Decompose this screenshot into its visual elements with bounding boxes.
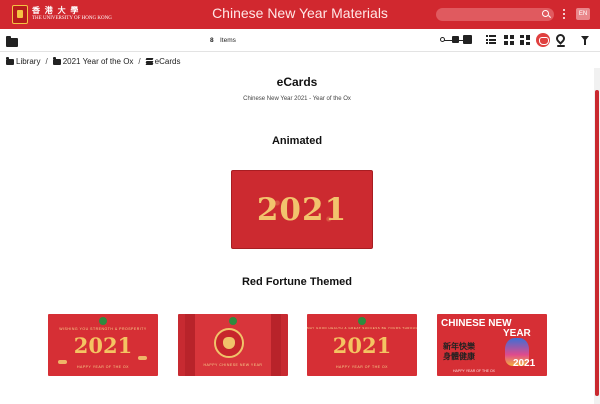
folder-icon [6,57,14,65]
card-cn-line-1: 新年快樂 [443,342,475,351]
item-count-label: Items [220,37,236,44]
hku-badge-icon [99,317,107,325]
ecard-red-fortune-3[interactable]: MAY GOOD HEALTH & GREAT SUCCESS BE YOURS… [307,314,417,376]
hku-badge-icon [229,317,237,325]
search-icon[interactable] [542,10,549,17]
item-count: 8 [210,37,214,44]
breadcrumb-label[interactable]: 2021 Year of the Ox [63,57,134,66]
app-header: 香 港 大 學 THE UNIVERSITY OF HONG KONG Chin… [0,0,600,29]
slider-handle[interactable] [452,36,459,43]
card-cn-line-2: 身體健康 [443,352,475,361]
folder-icon [52,57,61,65]
card-bottom-text: HAPPY CHINESE NEW YEAR [203,363,263,367]
breadcrumb-ecards[interactable]: eCards [145,57,181,66]
card-bottom-text: HAPPY YEAR OF THE OX [453,369,496,373]
filter-icon[interactable] [581,36,589,45]
card-year: 2021 [513,358,536,369]
card-top-text: MAY GOOD HEALTH & GREAT SUCCESS BE YOURS… [307,326,417,330]
card-heading: CHINESE NEW YEAR [441,319,545,339]
card-top-text: WISHING YOU STRENGTH & PROSPERITY [59,327,147,331]
card-year: 2021 [332,333,392,358]
card-year: 2021 [73,333,133,358]
more-menu-icon[interactable] [562,8,566,22]
ecard-animated-2021[interactable]: 2021 [231,170,373,249]
breadcrumb-separator: / [45,57,48,66]
university-name-cn: 香 港 大 學 [32,5,80,15]
masonry-view-icon[interactable] [520,35,530,45]
small-size-icon[interactable] [440,37,445,42]
breadcrumb-separator: / [138,57,141,66]
ox-icon [223,337,235,349]
grid-view-icon[interactable] [504,35,514,45]
ecard-red-fortune-4[interactable]: CHINESE NEW YEAR 新年快樂 身體健康 2021 HAPPY YE… [437,314,547,376]
cloud-icon [138,356,147,360]
language-button[interactable]: EN [576,8,590,20]
large-size-icon[interactable] [463,35,472,44]
search-input[interactable] [436,8,554,21]
card-bottom-text: HAPPY YEAR OF THE OX [76,365,129,369]
toolbar: 8 Items [0,29,600,52]
breadcrumb-library[interactable]: Library [6,57,40,66]
list-view-icon[interactable] [486,35,496,45]
scrollbar-thumb[interactable] [595,90,599,396]
section-title-red-fortune: Red Fortune Themed [241,276,352,288]
university-name-en: THE UNIVERSITY OF HONG KONG [32,16,112,21]
section-title-animated: Animated [271,135,323,147]
breadcrumb-label[interactable]: Library [16,57,40,66]
hku-badge-icon [358,317,366,325]
location-pin-icon[interactable] [554,32,567,45]
hku-logo-icon[interactable] [12,5,28,24]
location-pin-base [557,45,565,47]
page-title: eCards [276,75,318,89]
breadcrumb: Library / 2021 Year of the Ox / eCards [6,57,180,66]
card-chinese-greeting: 新年快樂 身體健康 [443,342,475,362]
cloud-icon [58,360,67,364]
card-bottom-text: HAPPY YEAR OF THE OX [335,365,388,369]
thumbnail-size-slider[interactable] [440,35,472,45]
breadcrumb-label[interactable]: eCards [155,57,181,66]
breadcrumb-year-of-ox[interactable]: 2021 Year of the Ox [52,57,134,66]
ecard-red-fortune-2[interactable]: HAPPY CHINESE NEW YEAR [178,314,288,376]
stack-icon [145,58,154,65]
card-year: 2021 [256,192,348,228]
folder-icon[interactable] [6,36,18,47]
ecard-red-fortune-1[interactable]: WISHING YOU STRENGTH & PROSPERITY 2021 H… [48,314,158,376]
ox-theme-button[interactable] [536,33,550,47]
page-subtitle: Chinese New Year 2021 - Year of the Ox [243,96,351,102]
